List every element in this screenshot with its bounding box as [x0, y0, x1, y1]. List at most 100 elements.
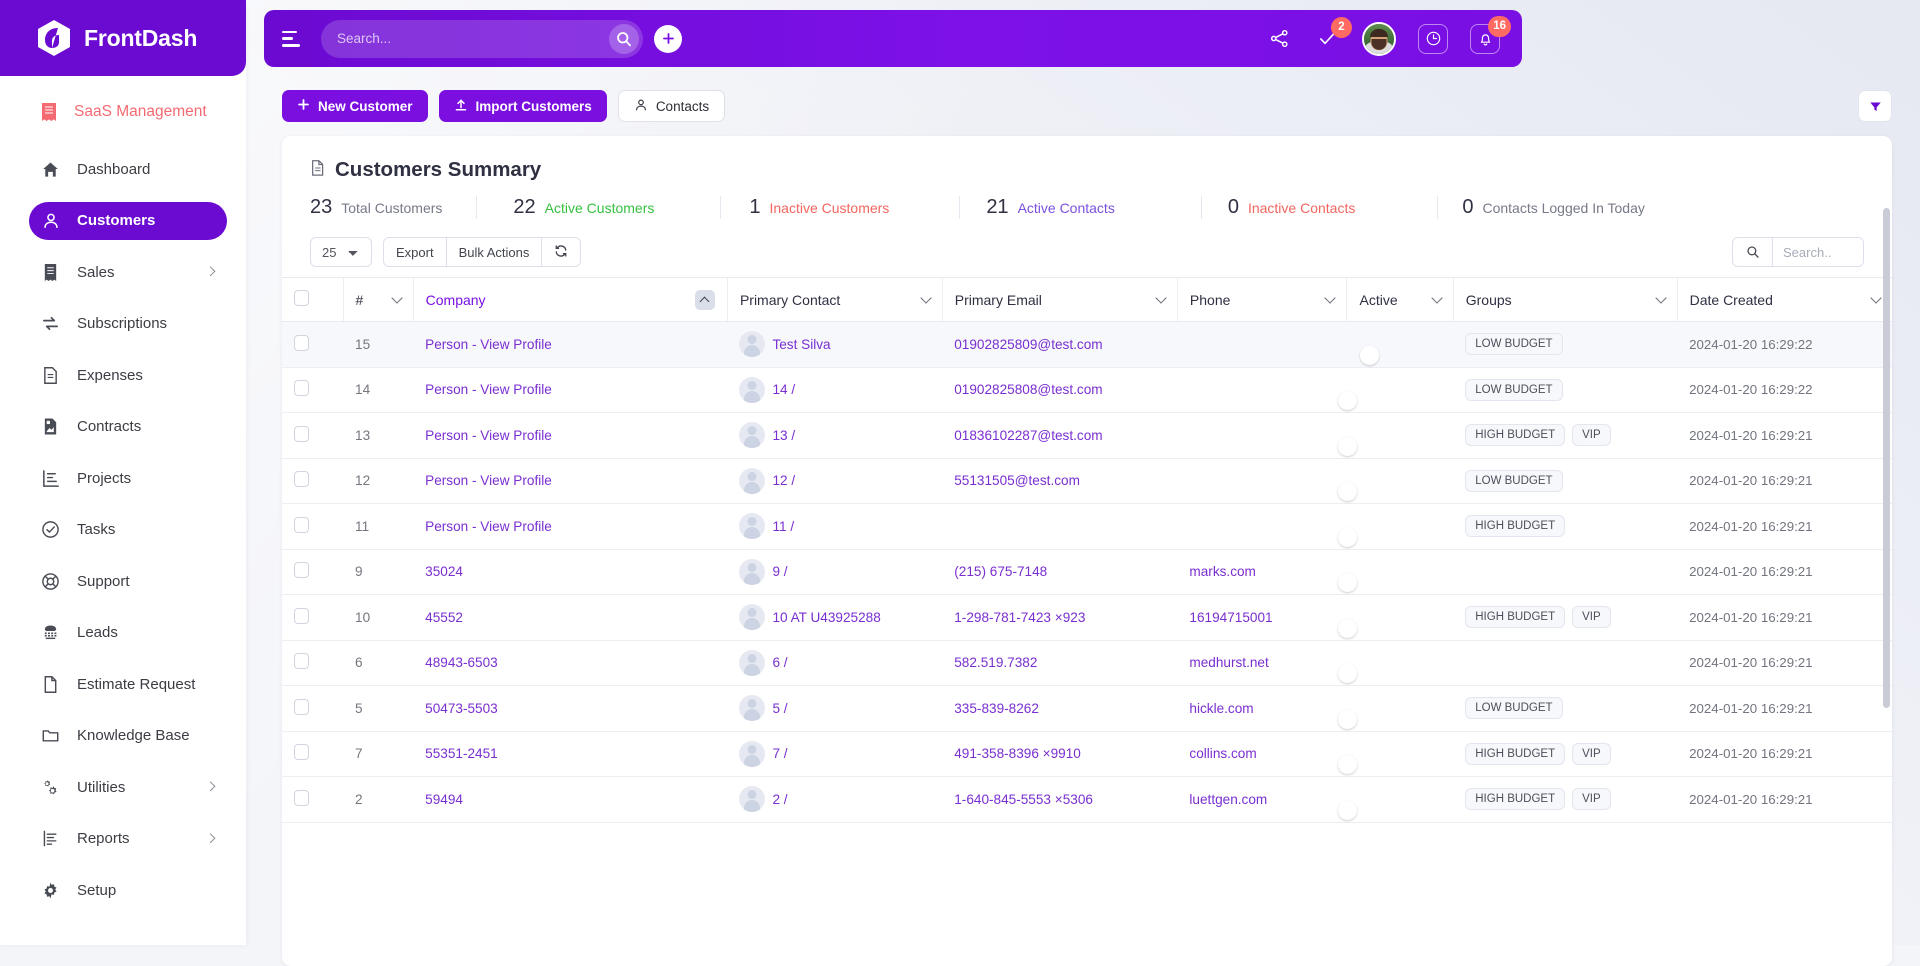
- th-primary-email[interactable]: Primary Email: [942, 278, 1177, 322]
- row-phone[interactable]: 16194715001: [1177, 595, 1347, 641]
- group-tag[interactable]: HIGH BUDGET: [1465, 788, 1565, 810]
- row-primary-email[interactable]: 01836102287@test.com: [942, 413, 1177, 459]
- row-active[interactable]: [1347, 731, 1453, 777]
- row-active[interactable]: [1347, 595, 1453, 641]
- email-link[interactable]: 55131505@test.com: [954, 473, 1080, 488]
- row-company[interactable]: Person - View Profile: [413, 367, 727, 413]
- filter-icon[interactable]: [1858, 90, 1892, 122]
- row-checkbox-cell[interactable]: [282, 504, 343, 550]
- contact-link[interactable]: 10 AT U43925288: [772, 610, 880, 625]
- th-company[interactable]: Company: [413, 278, 727, 322]
- sidebar-item-subscriptions[interactable]: Subscriptions: [29, 305, 227, 343]
- company-link[interactable]: 35024: [425, 564, 463, 579]
- company-link[interactable]: Person - View Profile: [425, 382, 552, 397]
- row-primary-email[interactable]: 582.519.7382: [942, 640, 1177, 686]
- row-checkbox-cell[interactable]: [282, 640, 343, 686]
- phone-link[interactable]: 16194715001: [1189, 610, 1272, 625]
- table-search-button[interactable]: [1732, 237, 1772, 267]
- email-link[interactable]: 335-839-8262: [954, 701, 1039, 716]
- contact-link[interactable]: 9 /: [772, 564, 787, 579]
- sidebar-section-saas-management[interactable]: SaaS Management: [0, 76, 246, 144]
- row-checkbox-cell[interactable]: [282, 322, 343, 368]
- contacts-button[interactable]: Contacts: [618, 90, 725, 122]
- sidebar-item-dashboard[interactable]: Dashboard: [29, 150, 227, 188]
- row-active[interactable]: [1347, 504, 1453, 550]
- row-primary-contact[interactable]: 2 /: [727, 777, 942, 823]
- email-link[interactable]: 582.519.7382: [954, 655, 1037, 670]
- th-select-all[interactable]: [282, 278, 343, 322]
- table-row[interactable]: 2594942 /1-640-845-5553 ×5306luettgen.co…: [282, 777, 1892, 823]
- table-row[interactable]: 12Person - View Profile12 /55131505@test…: [282, 458, 1892, 504]
- sidebar-item-projects[interactable]: Projects: [29, 459, 227, 497]
- row-checkbox[interactable]: [294, 517, 309, 533]
- row-primary-contact[interactable]: 13 /: [727, 413, 942, 459]
- hamburger-icon[interactable]: [282, 31, 302, 47]
- sidebar-item-reports[interactable]: Reports: [29, 820, 227, 858]
- group-tag[interactable]: HIGH BUDGET: [1465, 743, 1565, 765]
- contact-link[interactable]: 13 /: [772, 428, 795, 443]
- phone-link[interactable]: marks.com: [1189, 564, 1255, 579]
- bulk-actions-button[interactable]: Bulk Actions: [447, 237, 543, 267]
- table-row[interactable]: 550473-55035 /335-839-8262hickle.comLOW …: [282, 686, 1892, 732]
- group-tag[interactable]: VIP: [1572, 606, 1611, 628]
- row-phone[interactable]: hickle.com: [1177, 686, 1347, 732]
- row-checkbox[interactable]: [294, 699, 309, 715]
- sidebar-item-sales[interactable]: Sales: [29, 253, 227, 291]
- row-checkbox-cell[interactable]: [282, 413, 343, 459]
- group-tag[interactable]: HIGH BUDGET: [1465, 606, 1565, 628]
- phone-link[interactable]: medhurst.net: [1189, 655, 1268, 670]
- row-primary-contact[interactable]: Test Silva: [727, 322, 942, 368]
- company-link[interactable]: 48943-6503: [425, 655, 498, 670]
- contact-link[interactable]: 12 /: [772, 473, 795, 488]
- sidebar-item-estimate-request[interactable]: Estimate Request: [29, 665, 227, 703]
- row-primary-contact[interactable]: 14 /: [727, 367, 942, 413]
- row-primary-contact[interactable]: 7 /: [727, 731, 942, 777]
- contact-link[interactable]: Test Silva: [772, 337, 830, 352]
- chevron-up-icon[interactable]: [695, 290, 715, 310]
- sidebar-item-support[interactable]: Support: [29, 562, 227, 600]
- row-checkbox[interactable]: [294, 471, 309, 487]
- group-tag[interactable]: VIP: [1572, 424, 1611, 446]
- phone-link[interactable]: luettgen.com: [1189, 792, 1267, 807]
- th-primary-contact[interactable]: Primary Contact: [727, 278, 942, 322]
- table-row[interactable]: 15Person - View ProfileTest Silva0190282…: [282, 322, 1892, 368]
- row-checkbox[interactable]: [294, 790, 309, 806]
- row-primary-email[interactable]: 1-640-845-5553 ×5306: [942, 777, 1177, 823]
- group-tag[interactable]: LOW BUDGET: [1465, 470, 1562, 492]
- company-link[interactable]: 59494: [425, 792, 463, 807]
- row-primary-contact[interactable]: 9 /: [727, 549, 942, 595]
- row-phone[interactable]: [1177, 504, 1347, 550]
- row-primary-email[interactable]: 01902825809@test.com: [942, 322, 1177, 368]
- table-row[interactable]: 13Person - View Profile13 /01836102287@t…: [282, 413, 1892, 459]
- table-row[interactable]: 104555210 AT U439252881-298-781-7423 ×92…: [282, 595, 1892, 641]
- row-active[interactable]: [1347, 322, 1453, 368]
- row-company[interactable]: 59494: [413, 777, 727, 823]
- refresh-button[interactable]: [542, 237, 581, 267]
- table-row[interactable]: 14Person - View Profile14 /01902825808@t…: [282, 367, 1892, 413]
- search-icon[interactable]: [609, 24, 639, 54]
- row-active[interactable]: [1347, 549, 1453, 595]
- row-active[interactable]: [1347, 367, 1453, 413]
- row-active[interactable]: [1347, 686, 1453, 732]
- contact-link[interactable]: 2 /: [772, 792, 787, 807]
- row-checkbox-cell[interactable]: [282, 595, 343, 641]
- row-company[interactable]: 48943-6503: [413, 640, 727, 686]
- row-phone[interactable]: [1177, 458, 1347, 504]
- row-primary-email[interactable]: 01902825808@test.com: [942, 367, 1177, 413]
- row-primary-contact[interactable]: 11 /: [727, 504, 942, 550]
- row-checkbox[interactable]: [294, 335, 309, 351]
- row-checkbox[interactable]: [294, 562, 309, 578]
- row-phone[interactable]: medhurst.net: [1177, 640, 1347, 686]
- company-link[interactable]: Person - View Profile: [425, 473, 552, 488]
- row-company[interactable]: Person - View Profile: [413, 458, 727, 504]
- clock-icon[interactable]: [1418, 24, 1448, 54]
- contact-link[interactable]: 14 /: [772, 382, 795, 397]
- row-primary-email[interactable]: 1-298-781-7423 ×923: [942, 595, 1177, 641]
- table-row[interactable]: 755351-24517 /491-358-8396 ×9910collins.…: [282, 731, 1892, 777]
- table-scrollbar[interactable]: [1883, 208, 1890, 708]
- th-phone[interactable]: Phone: [1177, 278, 1347, 322]
- sidebar-item-expenses[interactable]: Expenses: [29, 356, 227, 394]
- row-checkbox-cell[interactable]: [282, 731, 343, 777]
- contact-link[interactable]: 7 /: [772, 746, 787, 761]
- group-tag[interactable]: VIP: [1572, 788, 1611, 810]
